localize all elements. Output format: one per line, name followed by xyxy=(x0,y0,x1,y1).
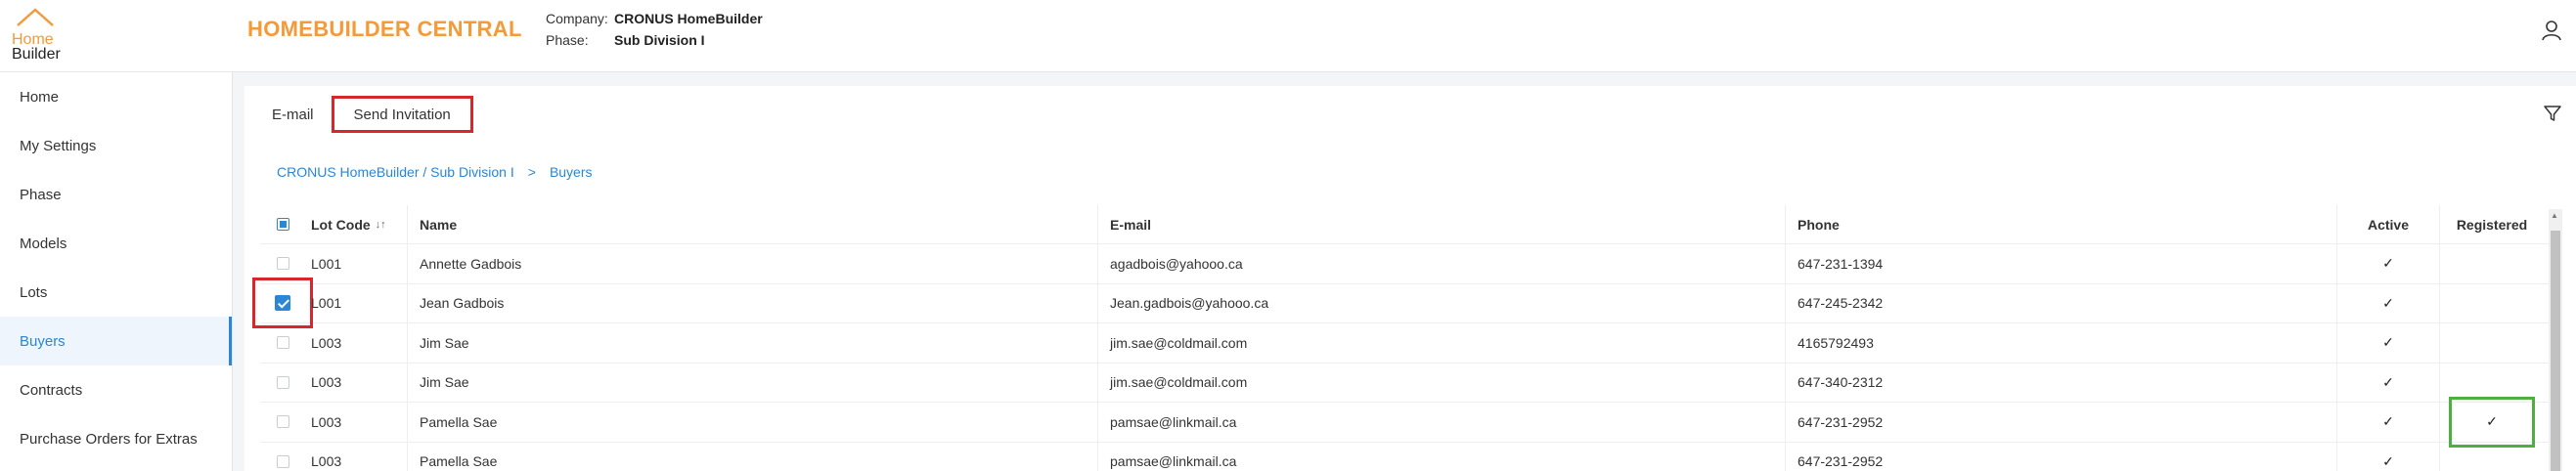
scrollbar-thumb[interactable] xyxy=(2551,231,2560,471)
cell-phone: 647-340-2312 xyxy=(1786,363,2337,402)
cell-name: Pamella Sae xyxy=(408,403,1098,442)
cell-lot-code: L003 xyxy=(305,403,408,442)
breadcrumb: CRONUS HomeBuilder / Sub Division I > Bu… xyxy=(277,164,593,180)
row-checkbox[interactable] xyxy=(276,454,289,468)
table-row[interactable]: L003 Jim Sae jim.sae@coldmail.com 647-34… xyxy=(260,363,2549,403)
logo-text-home: Home xyxy=(12,31,54,48)
sidebar-item-my-settings[interactable]: My Settings xyxy=(0,121,232,170)
cell-name: Annette Gadbois xyxy=(408,244,1098,283)
cell-phone: 4165792493 xyxy=(1786,323,2337,363)
cell-email: agadbois@yahooo.ca xyxy=(1098,244,1786,283)
homebuilder-logo[interactable]: Home Builder xyxy=(12,6,67,63)
cell-lot-code: L003 xyxy=(305,323,408,363)
column-header-active[interactable]: Active xyxy=(2337,205,2440,243)
sort-icon[interactable]: ↓↑ xyxy=(376,219,386,231)
row-checkbox[interactable] xyxy=(276,375,289,389)
action-tabs: E-mail Send Invitation xyxy=(256,94,473,135)
active-check-icon: ✓ xyxy=(2382,334,2394,351)
phase-value: Sub Division I xyxy=(614,32,705,48)
cell-name: Jim Sae xyxy=(408,363,1098,402)
sidebar-item-home[interactable]: Home xyxy=(0,72,232,121)
sidebar-item-models[interactable]: Models xyxy=(0,219,232,268)
sidebar-item-purchase-orders[interactable]: Purchase Orders for Extras xyxy=(0,414,232,463)
row-checkbox[interactable] xyxy=(276,336,289,350)
context-info: Company: CRONUS HomeBuilder Phase: Sub D… xyxy=(546,8,763,51)
app-header: Home Builder HOMEBUILDER CENTRAL Company… xyxy=(0,0,2576,72)
sidebar-nav: Home My Settings Phase Models Lots Buyer… xyxy=(0,72,233,471)
cell-name: Jim Sae xyxy=(408,323,1098,363)
row-checkbox-checked[interactable] xyxy=(275,295,290,312)
column-header-registered[interactable]: Registered xyxy=(2440,205,2544,243)
user-icon[interactable] xyxy=(2537,16,2566,45)
sidebar-item-lots[interactable]: Lots xyxy=(0,268,232,317)
table-header-row: Lot Code ↓↑ Name E-mail Phone Active Reg… xyxy=(260,205,2549,244)
active-check-icon: ✓ xyxy=(2382,294,2394,311)
sidebar-item-buyers[interactable]: Buyers xyxy=(0,317,232,365)
cell-lot-code: L003 xyxy=(305,363,408,402)
cell-email: pamsae@linkmail.ca xyxy=(1098,442,1786,471)
table-row[interactable]: L001 Jean Gadbois Jean.gadbois@yahooo.ca… xyxy=(252,278,2549,329)
house-roof-icon xyxy=(17,8,54,26)
cell-lot-code: L003 xyxy=(305,442,408,471)
cell-name: Pamella Sae xyxy=(408,442,1098,471)
column-header-name[interactable]: Name xyxy=(408,205,1098,243)
buyers-table: Lot Code ↓↑ Name E-mail Phone Active Reg… xyxy=(252,205,2549,471)
logo-text-builder: Builder xyxy=(12,46,61,63)
column-header-lot-code[interactable]: Lot Code ↓↑ xyxy=(305,205,408,243)
cell-phone: 647-231-2952 xyxy=(1786,403,2337,442)
sidebar-item-phase[interactable]: Phase xyxy=(0,170,232,219)
breadcrumb-current[interactable]: Buyers xyxy=(550,164,593,180)
registered-highlight: ✓ xyxy=(2449,396,2535,448)
table-row[interactable]: L001 Annette Gadbois agadbois@yahooo.ca … xyxy=(260,244,2549,284)
row-checkbox[interactable] xyxy=(276,415,289,429)
table-row[interactable]: L003 Jim Sae jim.sae@coldmail.com 416579… xyxy=(260,323,2549,364)
selected-row-highlight xyxy=(252,278,313,329)
select-all-checkbox[interactable] xyxy=(276,218,289,231)
sidebar-item-contracts[interactable]: Contracts xyxy=(0,365,232,414)
active-check-icon: ✓ xyxy=(2382,413,2394,430)
breadcrumb-parent[interactable]: CRONUS HomeBuilder / Sub Division I xyxy=(277,164,514,180)
filter-icon[interactable] xyxy=(2543,104,2562,123)
email-action[interactable]: E-mail xyxy=(256,96,330,133)
cell-email: Jean.gadbois@yahooo.ca xyxy=(1098,283,1786,322)
column-header-phone[interactable]: Phone xyxy=(1786,205,2337,243)
cell-email: jim.sae@coldmail.com xyxy=(1098,323,1786,363)
breadcrumb-separator: > xyxy=(527,164,536,180)
table-row[interactable]: L003 Pamella Sae pamsae@linkmail.ca 647-… xyxy=(260,396,2549,448)
cell-email: pamsae@linkmail.ca xyxy=(1098,403,1786,442)
registered-check-icon: ✓ xyxy=(2486,413,2498,430)
send-invitation-action[interactable]: Send Invitation xyxy=(331,96,473,133)
row-checkbox[interactable] xyxy=(276,257,289,271)
company-value: CRONUS HomeBuilder xyxy=(614,11,763,26)
app-title: HOMEBUILDER CENTRAL xyxy=(247,17,522,41)
active-check-icon: ✓ xyxy=(2382,373,2394,390)
phase-label: Phase: xyxy=(546,32,589,48)
table-row[interactable]: L003 Pamella Sae pamsae@linkmail.ca 647-… xyxy=(260,442,2549,471)
scroll-up-arrow-icon[interactable]: ▲ xyxy=(2551,211,2558,220)
cell-phone: 647-231-1394 xyxy=(1786,244,2337,283)
cell-phone: 647-231-2952 xyxy=(1786,442,2337,471)
active-check-icon: ✓ xyxy=(2382,452,2394,469)
cell-phone: 647-245-2342 xyxy=(1786,283,2337,322)
active-check-icon: ✓ xyxy=(2382,255,2394,272)
column-header-email[interactable]: E-mail xyxy=(1098,205,1786,243)
cell-name: Jean Gadbois xyxy=(408,283,1098,322)
cell-lot-code: L001 xyxy=(305,283,408,322)
cell-email: jim.sae@coldmail.com xyxy=(1098,363,1786,402)
cell-lot-code: L001 xyxy=(305,244,408,283)
company-label: Company: xyxy=(546,11,608,26)
